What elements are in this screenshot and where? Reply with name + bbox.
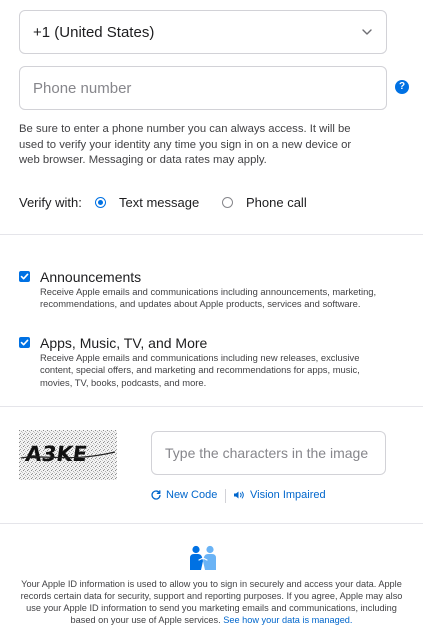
section-divider [0,523,423,524]
country-code-select[interactable]: +1 (United States) [19,10,387,54]
privacy-notice: Your Apple ID information is used to all… [17,578,406,626]
announcements-title: Announcements [40,269,142,285]
apps-music-tv-description: Receive Apple emails and communications … [40,352,360,388]
radio-phone-call[interactable] [222,197,233,208]
apps-music-tv-checkbox[interactable] [19,337,30,348]
new-code-label[interactable]: New Code [166,489,217,501]
verify-with-label: Verify with: [19,195,82,210]
announcements-checkbox[interactable] [19,271,30,282]
captcha-text: A3KE [24,441,89,466]
handshake-privacy-icon [190,545,216,570]
section-divider [0,406,423,407]
link-separator [225,489,226,503]
captcha-image: A3KE [19,430,117,480]
captcha-input[interactable] [152,432,385,474]
phone-hint-text: Be sure to enter a phone number you can … [19,123,352,167]
radio-text-message[interactable] [95,197,106,208]
data-managed-link[interactable]: See how your data is managed. [223,615,352,625]
refresh-icon [151,490,161,500]
checkmark-icon [20,339,29,346]
checkmark-icon [20,273,29,280]
radio-phone-call-label[interactable]: Phone call [246,195,307,210]
radio-text-message-label[interactable]: Text message [119,195,199,210]
phone-number-field [19,66,387,110]
country-code-value: +1 (United States) [33,24,155,41]
vision-impaired-label[interactable]: Vision Impaired [250,489,326,501]
phone-number-input[interactable] [20,67,386,109]
captcha-field [151,431,386,475]
question-circle-icon[interactable]: ? [395,80,409,94]
new-code-button[interactable]: New Code [150,489,217,501]
speaker-icon [234,491,244,499]
announcements-description: Receive Apple emails and communications … [40,286,377,310]
apps-music-tv-title: Apps, Music, TV, and More [40,335,208,351]
vision-impaired-button[interactable]: Vision Impaired [233,489,326,501]
chevron-down-icon [362,29,372,35]
section-divider [0,234,423,235]
